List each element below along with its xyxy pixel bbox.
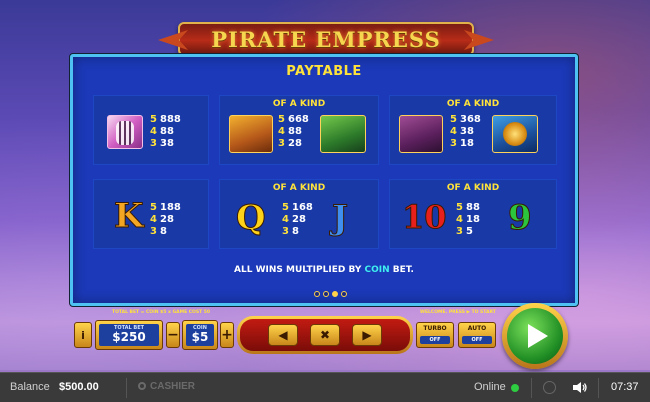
play-icon (528, 324, 548, 348)
treasure-chest-icon (229, 115, 273, 153)
info-button[interactable]: i (74, 322, 92, 348)
pay-list: 5 368 4 38 3 18 (450, 114, 481, 149)
close-paytable-button[interactable]: ✖ (310, 324, 340, 346)
horn-icon (399, 115, 443, 153)
coin-decrease-button[interactable]: − (166, 322, 180, 348)
pay-list: 5 88 4 18 35 (456, 202, 480, 237)
auto-state: OFF (462, 336, 492, 344)
warrior-icon (320, 115, 366, 153)
paytable-cell-chest-warrior: OF A KIND 5 668 4 88 3 28 (219, 95, 379, 165)
pay-list: 5 188 4 28 38 (150, 202, 181, 237)
page-dot[interactable] (341, 291, 347, 297)
coin-increase-button[interactable]: + (220, 322, 234, 348)
page-indicator (314, 291, 347, 297)
next-page-button[interactable]: ▶ (352, 324, 382, 346)
coin-box: COIN $5 (182, 320, 218, 350)
clock: 07:37 (611, 381, 639, 393)
paytable-navigation: ◀ ✖ ▶ (237, 316, 413, 354)
k-symbol: K (114, 196, 145, 237)
status-bar: Balance $500.00 CASHIER Online 07:37 (0, 372, 650, 402)
spin-button[interactable] (502, 303, 568, 369)
balance-label: Balance (10, 381, 50, 393)
nine-symbol: 9 (508, 198, 533, 239)
of-a-kind-label: OF A KIND (446, 99, 500, 109)
of-a-kind-label: OF A KIND (446, 183, 500, 193)
paytable-cell-tiger: 5 888 4 88 3 38 (93, 95, 209, 165)
paytable-title: PAYTABLE (286, 64, 362, 79)
online-status-dot (511, 384, 519, 392)
turbo-toggle[interactable]: TURBO OFF (416, 322, 454, 348)
of-a-kind-label: OF A KIND (272, 183, 326, 193)
auto-label: AUTO (467, 325, 487, 332)
total-bet-box: TOTAL BET $250 (95, 320, 163, 350)
page-dot-active[interactable] (332, 291, 338, 297)
total-bet-value: $250 (112, 330, 146, 344)
pay-list: 5 888 4 88 3 38 (150, 114, 181, 149)
pay-list: 5 668 4 88 3 28 (278, 114, 309, 149)
cashier-label: CASHIER (150, 381, 196, 392)
autoplay-toggle[interactable]: AUTO OFF (458, 322, 496, 348)
q-symbol: Q (236, 198, 267, 239)
ten-symbol: 10 (402, 198, 448, 237)
cashier-button[interactable]: CASHIER (138, 381, 195, 392)
turbo-state: OFF (420, 336, 450, 344)
online-label: Online (474, 381, 506, 393)
loading-circle-icon (543, 381, 556, 394)
paytable-cell-10-9: OF A KIND 10 5 88 4 18 35 9 (389, 179, 557, 249)
tiger-icon (107, 115, 143, 149)
welcome-text: WELCOME. PRESS ▶ TO START (420, 310, 496, 315)
page-dot[interactable] (323, 291, 329, 297)
paytable-cell-horn-compass: OF A KIND 5 368 4 38 3 18 (389, 95, 557, 165)
j-symbol: J (331, 198, 349, 239)
coin-highlight: COIN (364, 265, 390, 275)
game-title: PIRATE EMPRESS (211, 26, 441, 52)
paytable-cell-k: K 5 188 4 28 38 (93, 179, 209, 249)
of-a-kind-label: OF A KIND (272, 99, 326, 109)
game-logo: PIRATE EMPRESS (158, 22, 494, 56)
pay-list: 5 168 4 28 38 (282, 202, 313, 237)
wins-multiplied-note: ALL WINS MULTIPLIED BY COIN BET. (234, 265, 414, 275)
speaker-icon[interactable] (572, 381, 588, 394)
paytable-cell-q-j: OF A KIND Q 5 168 4 28 38 J (219, 179, 379, 249)
gear-icon (138, 382, 146, 390)
page-dot[interactable] (314, 291, 320, 297)
turbo-label: TURBO (423, 325, 447, 332)
balance-value: $500.00 (59, 381, 99, 393)
paytable-panel: PAYTABLE 5 888 4 88 3 38 OF A KIND 5 668 4 88… (70, 54, 578, 306)
bet-info-text: TOTAL BET = COIN $5 x GAME COST 50 (112, 310, 211, 315)
coin-value: $5 (191, 330, 209, 344)
previous-page-button[interactable]: ◀ (268, 324, 298, 346)
compass-icon (492, 115, 538, 153)
